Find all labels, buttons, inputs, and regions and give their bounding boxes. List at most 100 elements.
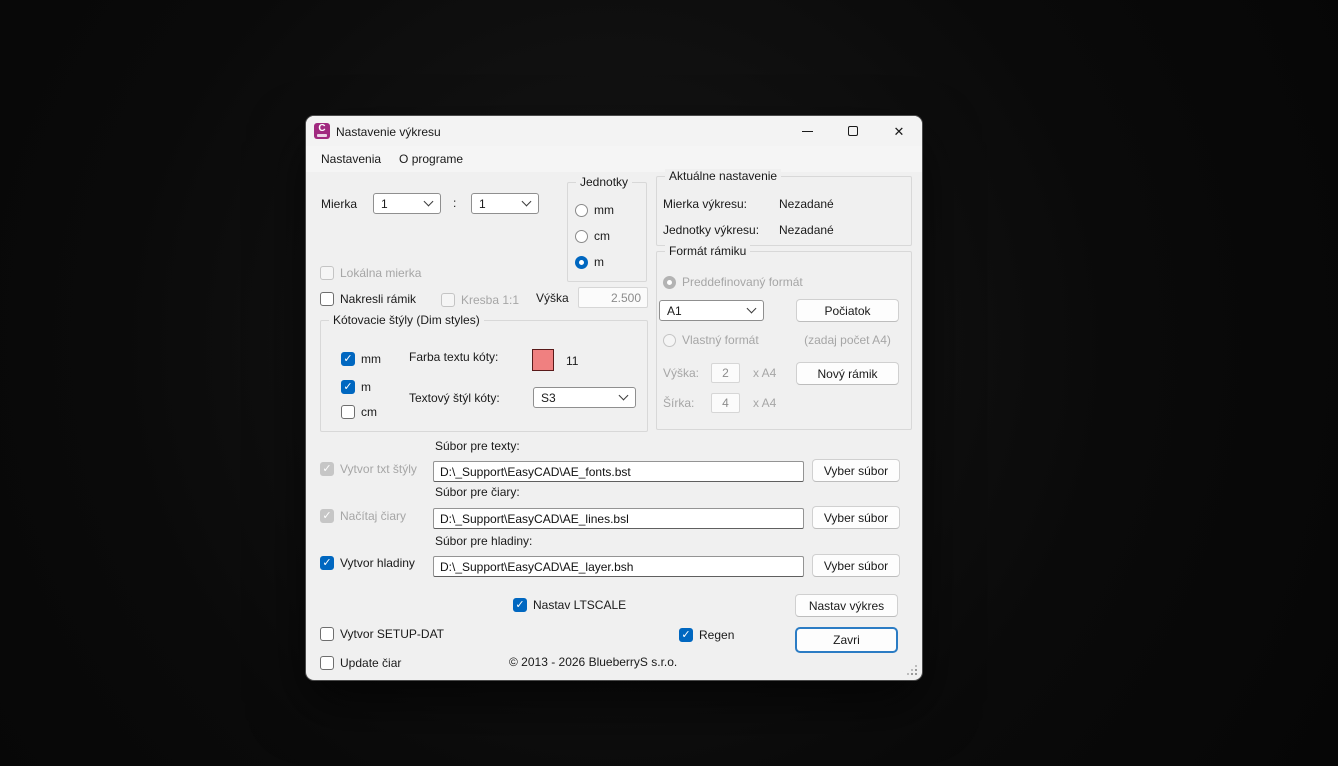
units-group-title: Jednotky bbox=[576, 175, 633, 190]
menu-item-o-programe[interactable]: O programe bbox=[390, 146, 472, 172]
frame-width-input: 4 bbox=[711, 393, 740, 413]
checkbox-indicator bbox=[679, 628, 693, 642]
scale-numerator-value: 1 bbox=[381, 196, 388, 211]
checkbox-label: cm bbox=[361, 405, 377, 419]
radio-indicator bbox=[575, 255, 588, 269]
a4-count-hint: (zadaj počet A4) bbox=[804, 333, 891, 347]
current-units-value: Nezadané bbox=[779, 223, 834, 237]
checkbox-label: Lokálna mierka bbox=[340, 266, 422, 280]
checkbox-label: Update čiar bbox=[340, 656, 402, 670]
frame-width-label: Šírka: bbox=[663, 396, 695, 410]
checkbox-dim-mm[interactable]: mm bbox=[341, 352, 381, 366]
file-texts-section-label: Súbor pre texty: bbox=[435, 439, 520, 453]
current-scale-label: Mierka výkresu: bbox=[663, 197, 748, 211]
dim-color-label: Farba textu kóty: bbox=[409, 350, 499, 364]
maximize-button[interactable] bbox=[830, 116, 876, 146]
current-settings-group: Aktuálne nastavenie Mierka výkresu: Neza… bbox=[656, 169, 912, 246]
drawing-settings-dialog: C Nastavenie výkresu ✕ Nastavenia O prog… bbox=[306, 116, 922, 680]
unit-option-mm[interactable]: mm bbox=[575, 203, 614, 217]
checkbox-nakresli-ramik[interactable]: Nakresli rámik bbox=[320, 292, 416, 306]
checkbox-vytvor-setup-dat[interactable]: Vytvor SETUP-DAT bbox=[320, 627, 444, 641]
current-units-label: Jednotky výkresu: bbox=[663, 223, 760, 237]
checkbox-label: Vytvor SETUP-DAT bbox=[340, 627, 445, 641]
radio-label: mm bbox=[594, 203, 614, 217]
file-lines-browse-button[interactable]: Vyber súbor bbox=[812, 506, 900, 529]
radio-indicator bbox=[575, 229, 588, 243]
checkbox-update-ciar[interactable]: Update čiar bbox=[320, 656, 401, 670]
unit-option-cm[interactable]: cm bbox=[575, 229, 610, 243]
checkbox-indicator bbox=[320, 656, 334, 670]
units-group: Jednotky mm cm m bbox=[567, 175, 647, 282]
radio-predefined-format: Preddefinovaný formát bbox=[663, 275, 803, 289]
dim-color-swatch[interactable] bbox=[532, 349, 554, 371]
unit-option-m[interactable]: m bbox=[575, 255, 604, 269]
dim-text-style-combobox[interactable]: S3 bbox=[533, 387, 636, 408]
checkbox-indicator bbox=[320, 509, 334, 523]
checkbox-vytvor-hladiny[interactable]: Vytvor hladiny bbox=[320, 556, 415, 570]
menu-item-nastavenia[interactable]: Nastavenia bbox=[312, 146, 390, 172]
zavri-button[interactable]: Zavri bbox=[795, 627, 898, 653]
file-lines-path-input[interactable] bbox=[433, 508, 804, 529]
frame-format-combobox[interactable]: A1 bbox=[659, 300, 764, 321]
file-layers-path-input[interactable] bbox=[433, 556, 804, 577]
checkbox-indicator bbox=[320, 292, 334, 306]
chevron-down-icon bbox=[618, 390, 629, 401]
checkbox-indicator bbox=[341, 405, 355, 419]
frame-height-label: Výška: bbox=[663, 366, 700, 380]
checkbox-label: Nakresli rámik bbox=[340, 292, 417, 306]
checkbox-nacitaj-ciary: Načítaj čiary bbox=[320, 509, 406, 523]
checkbox-label: Načítaj čiary bbox=[340, 509, 407, 523]
frame-width-suffix: x A4 bbox=[753, 396, 777, 410]
radio-label: Vlastný formát bbox=[682, 333, 759, 347]
scale-denominator-value: 1 bbox=[479, 196, 486, 211]
checkbox-nastav-ltscale[interactable]: Nastav LTSCALE bbox=[513, 598, 626, 612]
checkbox-indicator bbox=[341, 380, 355, 394]
dim-text-style-label: Textový štýl kóty: bbox=[409, 391, 500, 405]
checkbox-label: Vytvor hladiny bbox=[340, 556, 415, 570]
checkbox-indicator bbox=[320, 627, 334, 641]
close-button[interactable]: ✕ bbox=[876, 116, 922, 146]
scale-numerator-combobox[interactable]: 1 bbox=[373, 193, 441, 214]
frame-format-group: Formát rámiku Preddefinovaný formát A1 P… bbox=[656, 244, 912, 430]
checkbox-label: m bbox=[361, 380, 371, 394]
title-bar[interactable]: C Nastavenie výkresu ✕ bbox=[306, 116, 922, 146]
chevron-down-icon bbox=[746, 303, 757, 314]
radio-indicator bbox=[663, 333, 676, 347]
file-texts-browse-button[interactable]: Vyber súbor bbox=[812, 459, 900, 482]
vyska-field-input: 2.500 bbox=[578, 287, 648, 308]
checkbox-label: Regen bbox=[699, 628, 735, 642]
current-settings-title: Aktuálne nastavenie bbox=[665, 169, 782, 184]
checkbox-vytvor-txt-styly: Vytvor txt štýly bbox=[320, 462, 417, 476]
dim-styles-group: Kótovacie štýly (Dim styles) mm m cm Far… bbox=[320, 313, 648, 432]
radio-custom-format: Vlastný formát bbox=[663, 333, 759, 347]
frame-height-suffix: x A4 bbox=[753, 366, 777, 380]
checkbox-label: mm bbox=[361, 352, 381, 366]
novy-ramik-button[interactable]: Nový rámik bbox=[796, 362, 899, 385]
app-icon: C bbox=[314, 123, 330, 139]
file-layers-section-label: Súbor pre hladiny: bbox=[435, 534, 533, 548]
radio-label: cm bbox=[594, 229, 610, 243]
radio-label: m bbox=[594, 255, 604, 269]
frame-format-title: Formát rámiku bbox=[665, 244, 751, 259]
checkbox-regen[interactable]: Regen bbox=[679, 628, 734, 642]
chevron-down-icon bbox=[521, 196, 532, 207]
frame-height-input: 2 bbox=[711, 363, 740, 383]
file-layers-browse-button[interactable]: Vyber súbor bbox=[812, 554, 900, 577]
scale-denominator-combobox[interactable]: 1 bbox=[471, 193, 539, 214]
checkbox-dim-cm[interactable]: cm bbox=[341, 405, 377, 419]
pociatok-button[interactable]: Počiatok bbox=[796, 299, 899, 322]
checkbox-indicator bbox=[341, 352, 355, 366]
frame-format-value: A1 bbox=[667, 303, 682, 318]
checkbox-dim-m[interactable]: m bbox=[341, 380, 371, 394]
resize-grip[interactable] bbox=[907, 665, 917, 675]
dim-text-style-value: S3 bbox=[541, 390, 556, 405]
minimize-button[interactable] bbox=[784, 116, 830, 146]
radio-indicator bbox=[575, 203, 588, 217]
copyright-text: © 2013 - 2026 BlueberryS s.r.o. bbox=[509, 655, 678, 669]
nastav-vykres-button[interactable]: Nastav výkres bbox=[795, 594, 898, 617]
menu-bar: Nastavenia O programe bbox=[306, 146, 922, 172]
file-texts-path-input[interactable] bbox=[433, 461, 804, 482]
radio-label: Preddefinovaný formát bbox=[682, 275, 803, 289]
checkbox-indicator bbox=[513, 598, 527, 612]
vyska-field-label: Výška bbox=[536, 291, 569, 305]
